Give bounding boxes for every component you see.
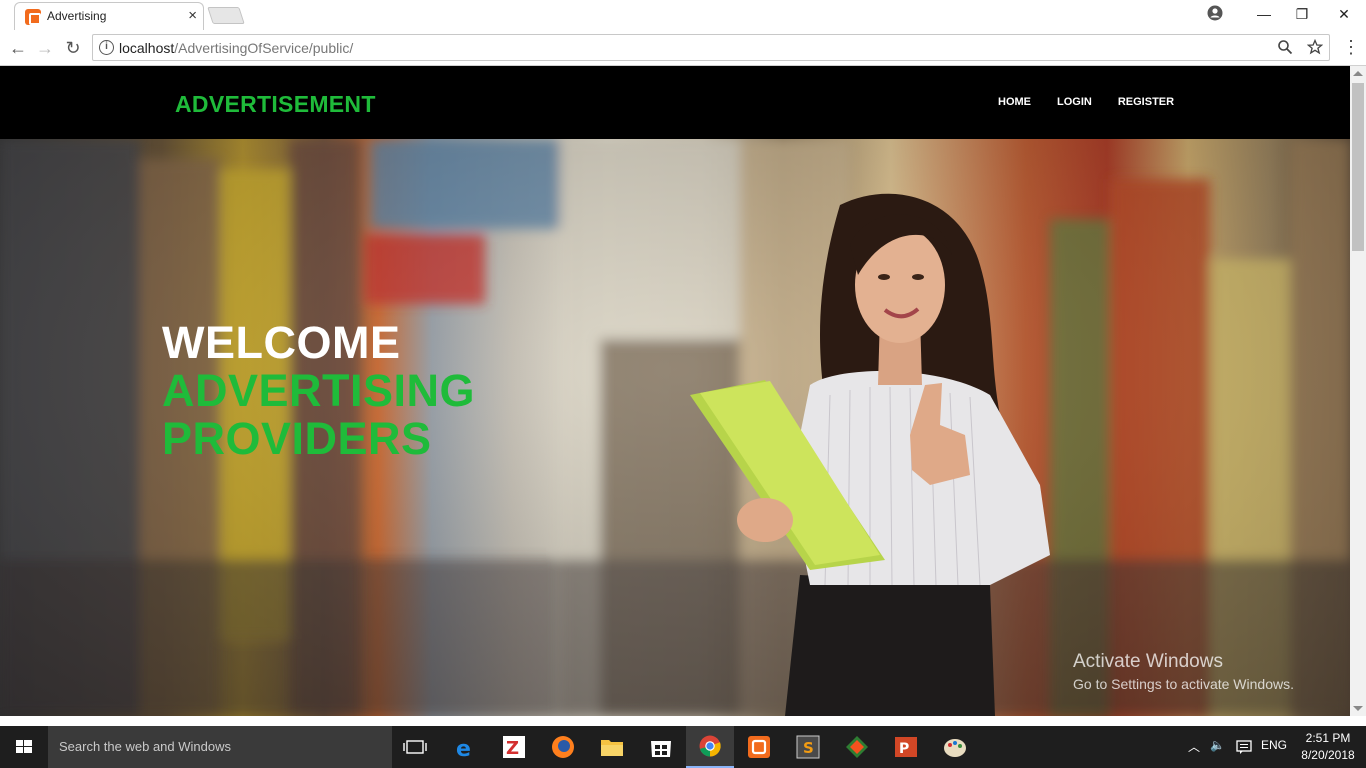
nav-login-link[interactable]: LOGIN [1057, 96, 1092, 108]
profile-icon[interactable] [1207, 5, 1223, 21]
maximize-button[interactable]: ❐ [1282, 3, 1322, 25]
svg-text:e: e [456, 737, 471, 762]
scroll-down-arrow-icon[interactable] [1353, 706, 1363, 711]
firefox-icon[interactable] [539, 726, 587, 768]
star-icon[interactable] [1306, 38, 1324, 55]
tab-strip: Advertising × — ❐ ✕ [0, 0, 1366, 30]
store-icon[interactable] [637, 726, 685, 768]
tray-chevron-icon[interactable]: ︿ [1188, 738, 1200, 755]
url-text[interactable]: localhost/AdvertisingOfService/public/ [119, 40, 353, 56]
reload-button[interactable]: ↻ [62, 37, 84, 59]
site-navbar: ADVERTISEMENT HOME LOGIN REGISTER [0, 66, 1350, 139]
scroll-thumb[interactable] [1352, 83, 1364, 251]
xampp-icon[interactable] [735, 726, 783, 768]
file-explorer-icon[interactable] [588, 726, 636, 768]
language-indicator[interactable]: ENG [1261, 738, 1287, 752]
magnifier-icon[interactable] [1277, 39, 1293, 55]
volume-icon[interactable]: 🔈 [1210, 738, 1225, 752]
web-page: ADVERTISEMENT HOME LOGIN REGISTER WELCOM… [0, 66, 1350, 716]
paint-icon[interactable] [931, 726, 979, 768]
powerpoint-icon[interactable]: P [882, 726, 930, 768]
info-icon[interactable]: i [99, 40, 114, 55]
sublime-text-icon[interactable]: S [784, 726, 832, 768]
back-button[interactable]: ← [7, 37, 29, 59]
edge-icon[interactable]: e [441, 726, 489, 768]
hero-banner: WELCOME ADVERTISING PROVIDERS Activate W… [0, 139, 1350, 716]
hero-heading: WELCOME ADVERTISING PROVIDERS [162, 319, 475, 463]
svg-text:S: S [803, 739, 814, 757]
tab-close-button[interactable]: × [188, 7, 197, 25]
svg-text:Z: Z [506, 738, 519, 759]
hero-line-providers: PROVIDERS [162, 413, 432, 464]
notification-icon[interactable] [1236, 739, 1252, 755]
git-icon[interactable] [833, 726, 881, 768]
hero-line-advertising: ADVERTISING [162, 365, 476, 416]
scroll-up-arrow-icon[interactable] [1353, 71, 1363, 76]
woman-with-folder-image [690, 193, 1050, 716]
browser-toolbar: ← → ↻ i localhost/AdvertisingOfService/p… [0, 30, 1366, 66]
minimize-button[interactable]: — [1244, 3, 1284, 25]
windows-start-icon[interactable] [0, 726, 48, 768]
tab-title: Advertising [47, 9, 107, 23]
task-view-icon[interactable] [392, 726, 440, 768]
filezilla-icon[interactable]: Z [490, 726, 538, 768]
activate-windows-watermark: Activate Windows Go to Settings to activ… [1073, 651, 1294, 692]
chrome-icon[interactable] [686, 726, 734, 768]
forward-button[interactable]: → [34, 37, 56, 59]
new-tab-button[interactable] [207, 7, 245, 24]
taskbar-search-box[interactable]: Search the web and Windows [48, 726, 392, 768]
svg-text:P: P [899, 741, 909, 757]
site-brand[interactable]: ADVERTISEMENT [175, 91, 376, 118]
browser-tab[interactable]: Advertising × [14, 2, 204, 30]
windows-taskbar: Search the web and Windows e Z S P ︿ 🔈 E… [0, 726, 1366, 768]
xampp-favicon-icon [25, 9, 41, 25]
nav-register-link[interactable]: REGISTER [1118, 96, 1174, 108]
nav-home-link[interactable]: HOME [998, 96, 1031, 108]
page-scrollbar[interactable] [1350, 66, 1366, 716]
address-bar[interactable]: i localhost/AdvertisingOfService/public/ [92, 34, 1330, 61]
nav-links: HOME LOGIN REGISTER [998, 96, 1174, 108]
taskbar-clock[interactable]: 2:51 PM 8/20/2018 [1298, 730, 1358, 764]
hero-line-welcome: WELCOME [162, 317, 401, 368]
menu-icon[interactable]: ⋮ [1342, 38, 1360, 58]
close-window-button[interactable]: ✕ [1324, 3, 1364, 25]
